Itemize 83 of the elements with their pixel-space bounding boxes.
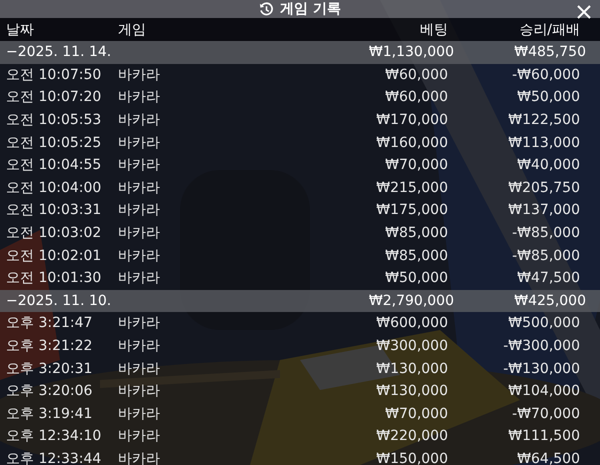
table-cell-text: 오후 3:21:47: [5, 314, 94, 332]
table-cell-text: 오전 10:05:53: [5, 111, 102, 130]
table-cell-text: ₩170,000: [375, 111, 448, 130]
table-cell-text: 바카라: [118, 269, 161, 288]
table-cell-text: 오전 10:07:20: [5, 88, 102, 106]
table-cell-text: 바카라: [118, 246, 161, 265]
table-cell-text: 오전 10:03:02: [5, 224, 102, 242]
table-cell-text: -₩300,000: [502, 337, 580, 356]
table-cell-text: 바카라: [118, 134, 161, 152]
table-cell-text: 오전 10:04:00: [5, 178, 102, 197]
table-cell-text: ₩40,000: [516, 156, 580, 174]
table-cell-text: 오전 10:07:50: [5, 66, 102, 84]
table-cell-text: ₩500,000: [507, 314, 580, 332]
table-cell-text: 바카라: [118, 201, 161, 220]
table-cell-text: 오후 3:21:22: [5, 337, 94, 356]
table-cell-text: 바카라: [118, 224, 161, 242]
table-cell-text: -₩130,000: [502, 360, 580, 378]
table-cell-text: ₩130,000: [375, 382, 448, 400]
table-cell-text: 바카라: [118, 88, 161, 106]
table-cell-text: ₩175,000: [375, 201, 448, 220]
table-cell-text: 바카라: [118, 66, 161, 84]
column-header: 베팅: [419, 20, 448, 38]
column-header: 게임: [118, 20, 147, 38]
table-cell-text: ₩111,500: [507, 427, 580, 446]
window-title: 게임 기록: [280, 0, 341, 18]
table-cell-text: ₩600,000: [375, 314, 448, 332]
table-cell-text: 오전 10:05:25: [5, 134, 102, 152]
table-cell-text: 바카라: [118, 178, 161, 197]
table-cell-text: -₩60,000: [511, 66, 580, 84]
table-cell-text: −2025. 11. 14.: [5, 43, 112, 62]
table-cell-text: 바카라: [118, 360, 161, 378]
table-cell-text: 바카라: [118, 337, 161, 356]
table-cell-text: ₩47,500: [516, 269, 580, 288]
table-cell-text: -₩85,000: [511, 246, 580, 265]
table-cell-text: -₩85,000: [511, 224, 580, 242]
table-cell-text: 바카라: [118, 427, 161, 446]
table-cell-text: 바카라: [118, 111, 161, 130]
table-cell-text: 오후 12:34:10: [5, 427, 102, 446]
table-cell-text: ₩113,000: [507, 134, 580, 152]
table-cell-text: ₩205,750: [507, 178, 580, 197]
table-cell-text: ₩60,000: [384, 66, 448, 84]
table-cell-text: ₩50,000: [516, 88, 580, 106]
table-cell-text: ₩130,000: [375, 360, 448, 378]
table-cell-text: 오전 10:04:55: [5, 156, 102, 174]
column-header: 날짜: [5, 20, 35, 38]
table-cell-text: 오전 10:02:01: [5, 246, 102, 265]
table-cell-text: ₩60,000: [384, 88, 448, 106]
close-icon: [576, 4, 592, 20]
table-cell-text: ₩137,000: [507, 201, 580, 220]
table-cell-text: ₩85,000: [384, 224, 448, 242]
table-cell-text: ₩425,000: [513, 292, 586, 310]
table-cell-text: ₩122,500: [507, 111, 580, 130]
table-cell-text: ₩1,130,000: [368, 43, 454, 62]
table-cell-text: ₩50,000: [384, 269, 448, 288]
table-cell-text: ₩300,000: [375, 337, 448, 356]
table-cell-text: -₩70,000: [511, 404, 580, 423]
table-cell-text: 오전 10:03:31: [5, 201, 102, 220]
column-header: 승리/패배: [518, 20, 580, 38]
table-cell-text: ₩104,000: [507, 382, 580, 400]
table-cell-text: 오전 10:01:30: [5, 269, 102, 288]
history-icon: [259, 2, 274, 16]
table-cell-text: 바카라: [118, 450, 161, 465]
date-group-row[interactable]: −2025. 11. 10. ₩2,790,000 ₩425,000: [0, 290, 600, 312]
table-cell-text: 바카라: [118, 156, 161, 174]
table-cell-text: 오후 3:20:06: [5, 382, 94, 400]
date-group-row[interactable]: −2025. 11. 14. ₩1,130,000 ₩485,750: [0, 41, 600, 64]
table-cell-text: ₩85,000: [384, 246, 448, 265]
table-cell-text: 오후 12:33:44: [5, 450, 102, 465]
table-cell-text: 오후 3:20:31: [5, 360, 94, 378]
table-cell-text: ₩150,000: [375, 450, 448, 465]
table-cell-text: 바카라: [118, 382, 161, 400]
table-cell-text: ₩215,000: [375, 178, 448, 197]
table-cell-text: 오후 3:19:41: [5, 404, 94, 423]
table-cell-text: ₩160,000: [375, 134, 448, 152]
table-cell-text: ₩220,000: [375, 427, 448, 446]
table-cell-text: ₩485,750: [513, 43, 586, 62]
table-cell-text: 바카라: [118, 314, 161, 332]
table-cell-text: ₩2,790,000: [368, 292, 454, 310]
table-cell-text: 바카라: [118, 404, 161, 423]
table-cell-text: ₩64,500: [516, 450, 580, 465]
table-cell-text: ₩70,000: [384, 156, 448, 174]
table-cell-text: −2025. 11. 10.: [5, 292, 112, 310]
table-cell-text: ₩70,000: [384, 404, 448, 423]
